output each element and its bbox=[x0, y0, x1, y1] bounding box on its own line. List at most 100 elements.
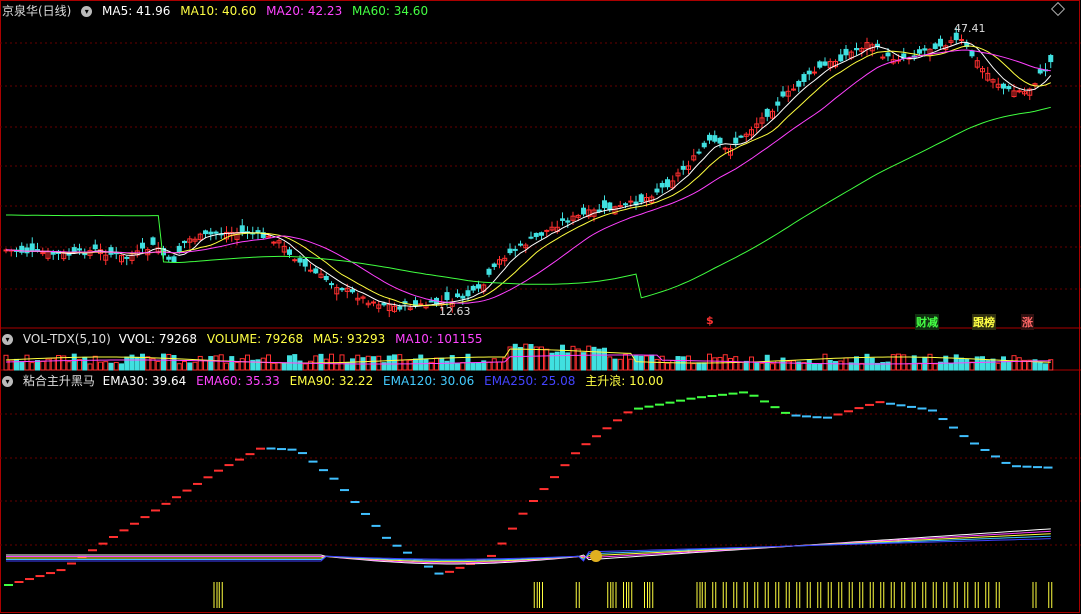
volume-bar bbox=[638, 355, 644, 371]
chart-canvas[interactable] bbox=[0, 0, 1081, 614]
candle-body bbox=[77, 248, 82, 251]
volume-bar bbox=[544, 348, 550, 371]
candle-body bbox=[166, 256, 172, 260]
candle-body bbox=[108, 247, 114, 255]
volume-bar bbox=[827, 359, 833, 371]
candle-body bbox=[733, 137, 739, 144]
volume-bar bbox=[738, 361, 744, 371]
settings-icon[interactable]: ▾ bbox=[2, 334, 13, 345]
volume-bar bbox=[423, 358, 429, 371]
volume-bar bbox=[355, 354, 361, 371]
volume-bar bbox=[208, 356, 214, 371]
candle-body bbox=[171, 256, 177, 263]
ma20-label: MA20: 42.23 bbox=[266, 4, 343, 18]
volume-bar bbox=[371, 356, 376, 371]
volume-bar bbox=[812, 363, 817, 371]
main-wave-label: 主升浪: 10.00 bbox=[585, 374, 664, 388]
volume-bar bbox=[885, 361, 891, 371]
ema90-label: EMA90: 32.22 bbox=[289, 374, 374, 388]
volume-bar bbox=[213, 355, 219, 371]
candle-body bbox=[533, 232, 539, 237]
volume-bar bbox=[806, 359, 812, 371]
ema60-label: EMA60: 35.33 bbox=[196, 374, 280, 388]
volume-bar bbox=[560, 344, 565, 371]
volume-bar bbox=[770, 363, 775, 371]
candle-body bbox=[140, 242, 145, 249]
candle-body bbox=[124, 256, 130, 259]
volume-bar bbox=[103, 361, 109, 371]
volume-bar bbox=[439, 357, 445, 371]
candle-body bbox=[208, 231, 214, 235]
volume-bar bbox=[817, 363, 823, 371]
volume-bar bbox=[392, 354, 397, 371]
candle-body bbox=[1001, 83, 1006, 89]
volume-bar bbox=[376, 355, 382, 371]
volume-bar bbox=[528, 344, 534, 371]
volume-bar bbox=[397, 354, 403, 371]
candle-body bbox=[560, 218, 565, 221]
volume-bar bbox=[281, 362, 287, 371]
indicator-legend: ▾ 粘合主升黑马 EMA30: 39.64 EMA60: 35.33 EMA90… bbox=[2, 373, 669, 389]
candle-body bbox=[24, 247, 30, 254]
volume-bar bbox=[71, 353, 77, 371]
volume-bar bbox=[465, 353, 471, 371]
volume-bar bbox=[617, 358, 623, 371]
candle-body bbox=[775, 101, 781, 106]
candle-body bbox=[29, 243, 35, 251]
candle-body bbox=[665, 179, 670, 188]
volume-bar bbox=[113, 361, 119, 371]
volume-bar bbox=[623, 353, 628, 371]
volume-bar bbox=[476, 362, 481, 371]
volume-bar bbox=[1043, 363, 1048, 371]
candle-body bbox=[486, 268, 492, 275]
volume-bar bbox=[754, 362, 760, 371]
volume-bar bbox=[413, 358, 418, 371]
volume-bar bbox=[838, 360, 844, 371]
candle-body bbox=[680, 165, 686, 170]
ema30-label: EMA30: 39.64 bbox=[102, 374, 187, 388]
volume-bar bbox=[533, 346, 539, 371]
volume-bar bbox=[3, 354, 9, 371]
candle-body bbox=[712, 135, 718, 142]
volume-bar bbox=[1016, 357, 1022, 371]
volume-bar bbox=[1006, 360, 1012, 371]
candle-body bbox=[476, 284, 481, 289]
volume-bar bbox=[654, 358, 660, 371]
candle-body bbox=[518, 243, 523, 246]
volume-bar bbox=[14, 358, 19, 371]
volume-bar bbox=[161, 353, 166, 371]
volume-bar bbox=[98, 361, 103, 371]
chart-frame bbox=[0, 0, 1080, 613]
volume-bar bbox=[455, 363, 460, 371]
ema250-label: EMA250: 25.08 bbox=[484, 374, 576, 388]
volume-bar bbox=[92, 355, 98, 371]
volume-bar bbox=[665, 362, 670, 371]
candle-body bbox=[297, 258, 303, 263]
main-chart-legend: 京泉华(日线) ▾ MA5: 41.96 MA10: 40.60 MA20: 4… bbox=[2, 3, 434, 19]
candle-body bbox=[92, 244, 98, 250]
vol-ma5-label: MA5: 93293 bbox=[313, 332, 386, 346]
volume-bar bbox=[749, 356, 754, 371]
volume-bar bbox=[77, 358, 82, 371]
volume-bar bbox=[407, 359, 413, 371]
settings-icon[interactable]: ▾ bbox=[2, 376, 13, 387]
candle-body bbox=[397, 306, 403, 310]
volume-bar bbox=[402, 359, 408, 371]
signal-caijian: 财减 bbox=[915, 314, 939, 330]
volume-bar bbox=[554, 351, 560, 371]
volume-bar bbox=[29, 362, 35, 371]
indicator-title: 粘合主升黑马 bbox=[22, 374, 95, 388]
ma10-line bbox=[5, 45, 1051, 307]
volume-bar bbox=[701, 362, 707, 371]
volume-bar bbox=[728, 357, 733, 371]
volume-bar bbox=[292, 354, 298, 371]
volume-bar bbox=[323, 358, 329, 371]
candle-body bbox=[539, 232, 544, 236]
settings-icon[interactable]: ▾ bbox=[81, 6, 93, 17]
candle-body bbox=[922, 48, 928, 51]
vvol-label: VVOL: 79268 bbox=[118, 332, 198, 346]
volume-bar bbox=[145, 356, 151, 371]
volume-bar bbox=[229, 356, 235, 371]
signal-zhang: 涨 bbox=[1021, 314, 1034, 330]
volume-bar bbox=[297, 360, 303, 371]
